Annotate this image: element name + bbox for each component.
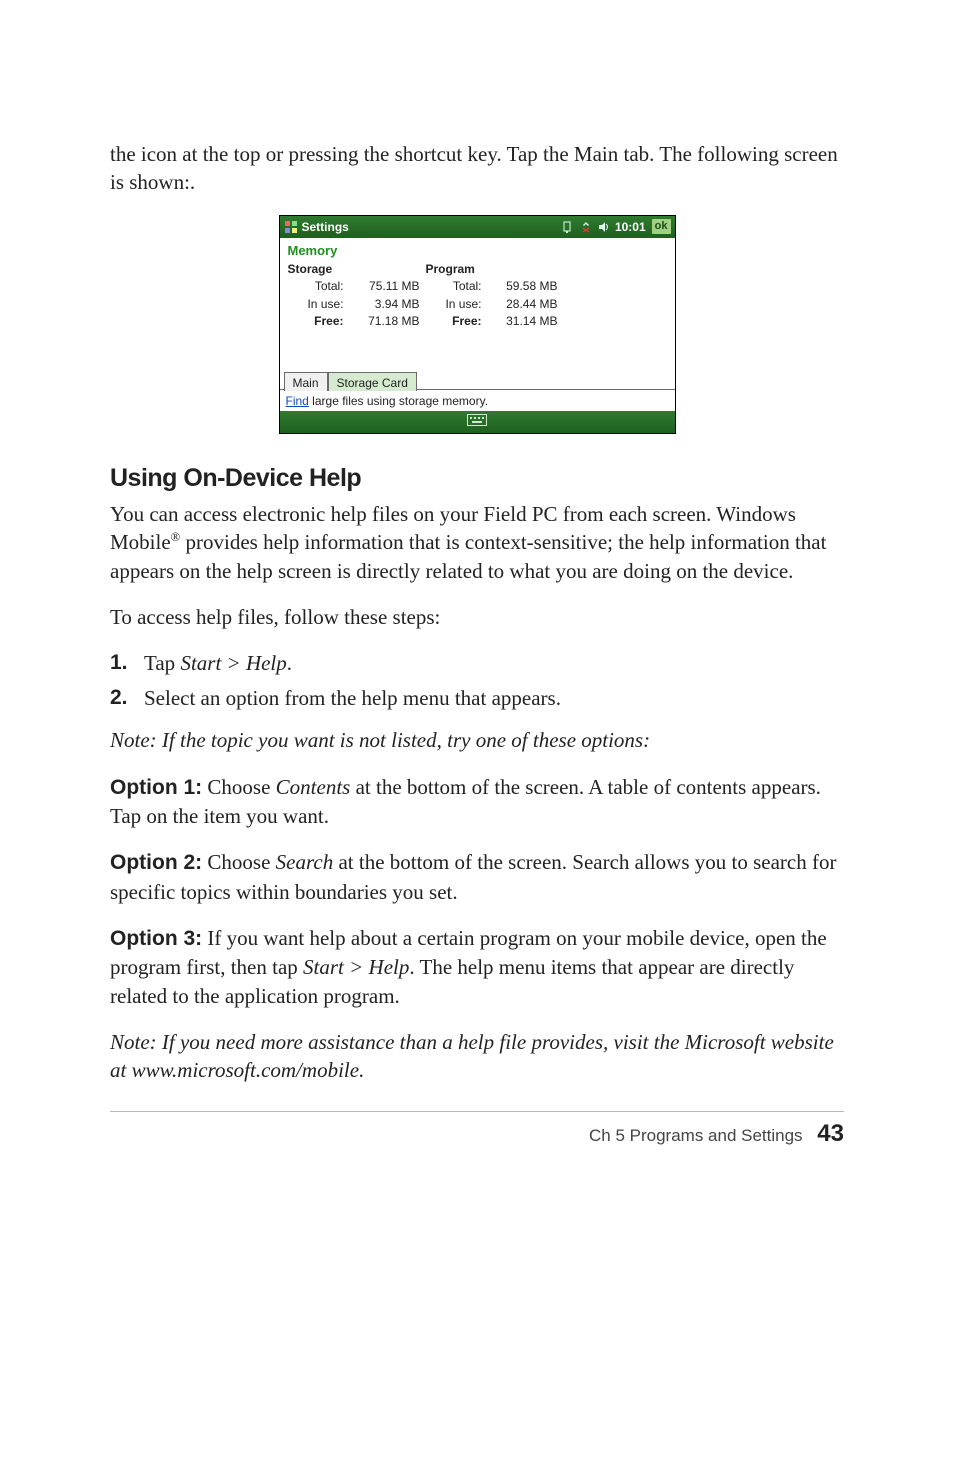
intro-paragraph: the icon at the top or pressing the shor…: [110, 140, 844, 197]
find-rest: large files using storage memory.: [309, 394, 488, 408]
memory-heading: Memory: [280, 238, 675, 262]
sip-bar: [280, 411, 675, 433]
note-2: Note: If you need more assistance than a…: [110, 1028, 844, 1085]
section-heading: Using On-Device Help: [110, 462, 844, 496]
storage-inuse-label: In use:: [288, 296, 344, 312]
start-icon[interactable]: [284, 220, 298, 234]
title-text: Settings: [302, 219, 349, 235]
help-para-1: You can access electronic help files on …: [110, 500, 844, 585]
step-1-number: 1.: [110, 649, 144, 677]
page-footer: Ch 5 Programs and Settings 43: [110, 1118, 844, 1150]
memory-grid: Storage Program Total: 75.11 MB Total: 5…: [280, 261, 675, 331]
volume-icon[interactable]: [597, 220, 611, 234]
titlebar: Settings 10:01 ok: [280, 216, 675, 238]
help-para-2: To access help files, follow these steps…: [110, 603, 844, 631]
program-total-label: Total:: [426, 278, 482, 294]
footer-rule: [110, 1111, 844, 1112]
storage-free-value: 71.18 MB: [350, 313, 420, 329]
storage-free-label: Free:: [288, 313, 344, 329]
program-total-value: 59.58 MB: [488, 278, 558, 294]
step-1: 1. Tap Start > Help.: [110, 649, 844, 677]
memory-settings-screenshot: Settings 10:01 ok Memory Storage Program…: [279, 215, 676, 435]
storage-total-value: 75.11 MB: [350, 278, 420, 294]
program-inuse-label: In use:: [426, 296, 482, 312]
signal-icon[interactable]: [579, 220, 593, 234]
keyboard-icon[interactable]: [467, 414, 487, 431]
tab-strip: Main Storage Card: [280, 371, 675, 390]
step-2: 2. Select an option from the help menu t…: [110, 684, 844, 712]
footer-page-number: 43: [817, 1120, 844, 1147]
storage-inuse-value: 3.94 MB: [350, 296, 420, 312]
storage-header: Storage: [288, 261, 344, 277]
note-1: Note: If the topic you want is not liste…: [110, 726, 844, 754]
clock-time[interactable]: 10:01: [615, 219, 646, 235]
storage-total-label: Total:: [288, 278, 344, 294]
steps-list: 1. Tap Start > Help. 2. Select an option…: [110, 649, 844, 712]
connectivity-icon[interactable]: [561, 220, 575, 234]
program-free-value: 31.14 MB: [488, 313, 558, 329]
option-3: Option 3: If you want help about a certa…: [110, 924, 844, 1010]
option-2: Option 2: Choose Search at the bottom of…: [110, 848, 844, 906]
program-free-label: Free:: [426, 313, 482, 329]
program-inuse-value: 28.44 MB: [488, 296, 558, 312]
program-header: Program: [426, 261, 482, 277]
option-1: Option 1: Choose Contents at the bottom …: [110, 773, 844, 831]
tab-storage-card[interactable]: Storage Card: [328, 372, 417, 391]
find-row: Find large files using storage memory.: [280, 390, 675, 411]
tab-main[interactable]: Main: [284, 372, 328, 391]
ok-button[interactable]: ok: [652, 219, 671, 234]
find-link[interactable]: Find: [286, 394, 309, 408]
step-2-number: 2.: [110, 684, 144, 712]
footer-chapter: Ch 5 Programs and Settings: [589, 1126, 803, 1145]
